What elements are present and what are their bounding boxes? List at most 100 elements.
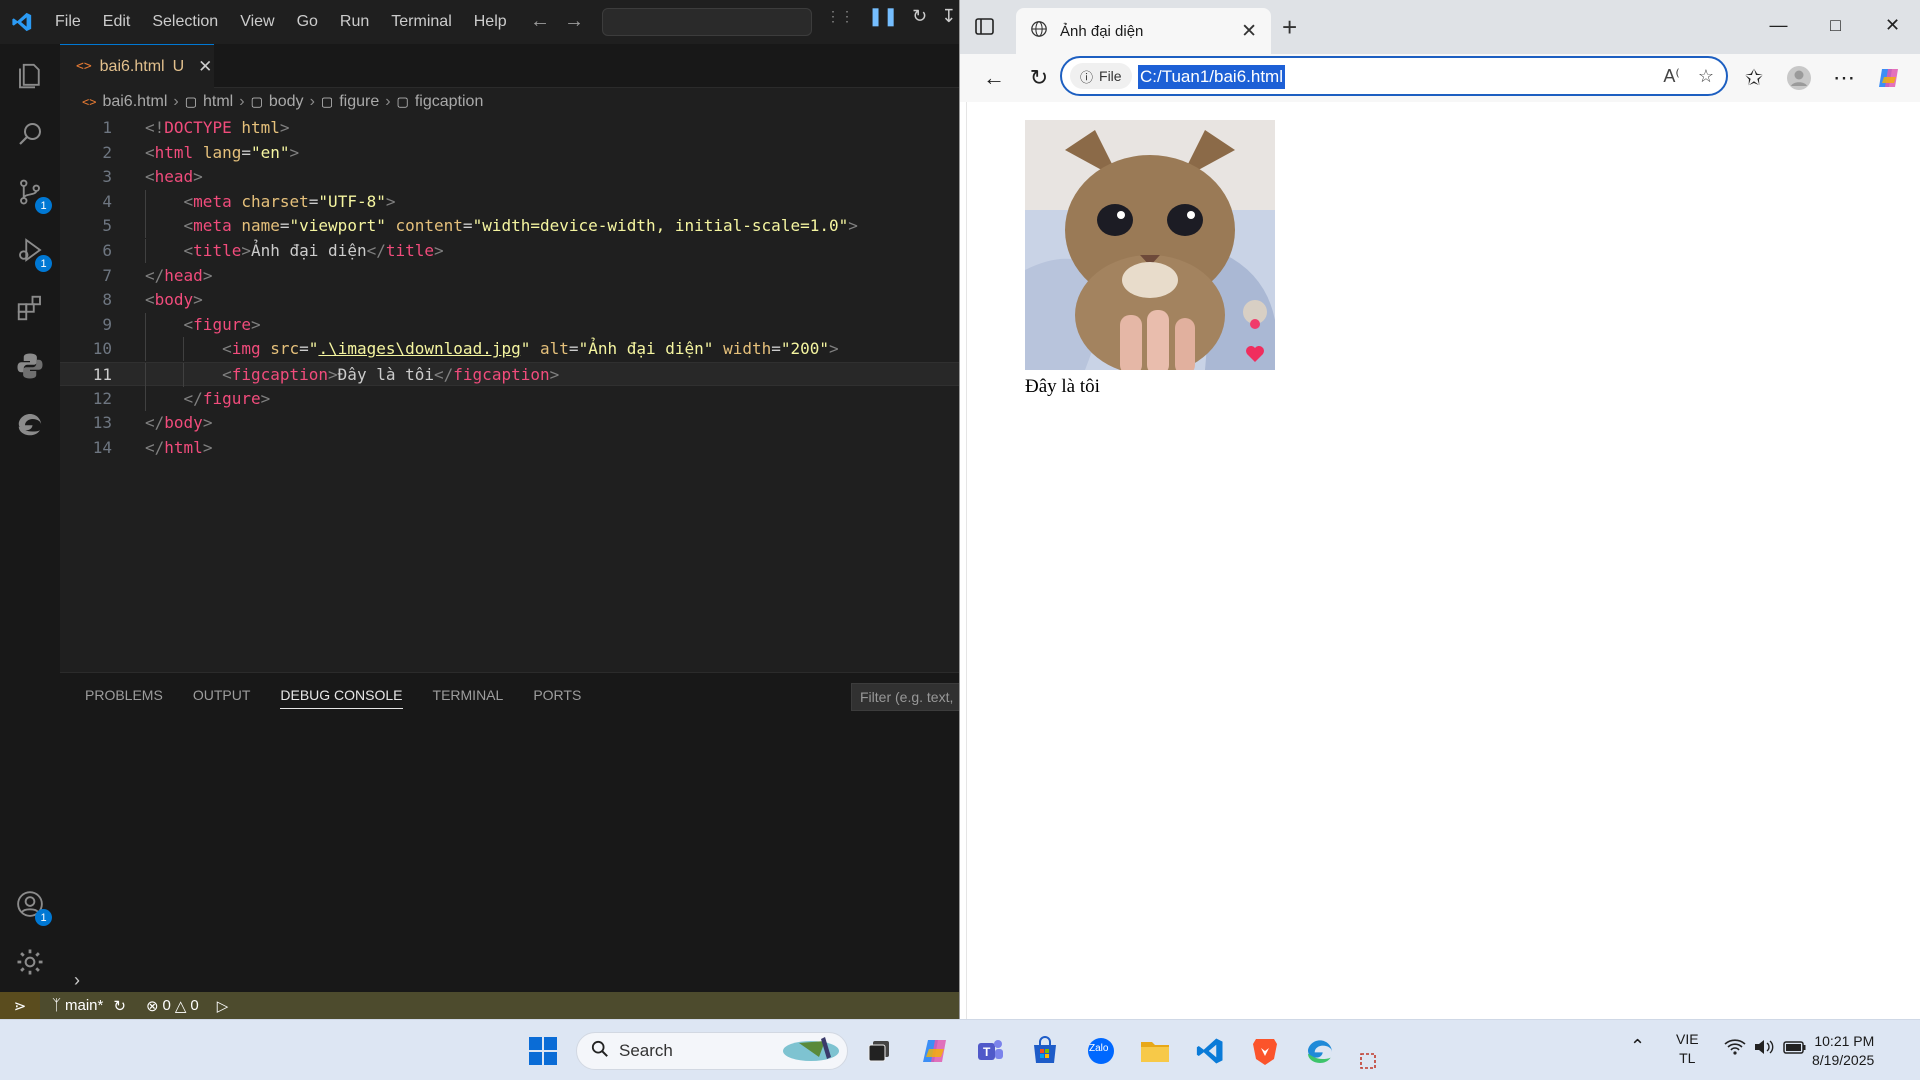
menu-terminal[interactable]: Terminal bbox=[380, 0, 462, 44]
step-over-icon[interactable]: ↻ bbox=[912, 6, 927, 27]
settings-gear-icon[interactable] bbox=[12, 944, 48, 980]
site-info-button[interactable]: ⓘ File bbox=[1070, 63, 1132, 89]
code-line[interactable]: 5 <meta name="viewport" content="width=d… bbox=[60, 214, 959, 239]
remote-indicator-icon[interactable]: ⋗ bbox=[0, 992, 40, 1019]
run-debug-icon[interactable]: 1 bbox=[12, 232, 52, 272]
code-line[interactable]: 12 </figure> bbox=[60, 386, 959, 411]
battery-icon[interactable] bbox=[1783, 1038, 1807, 1059]
taskbar-search-box[interactable]: Search bbox=[576, 1032, 848, 1070]
back-arrow-icon[interactable]: ← bbox=[530, 10, 550, 33]
breadcrumb-item[interactable]: bai6.html bbox=[102, 93, 167, 111]
address-bar[interactable]: ⓘ File C:/Tuan1/bai6.html A⁽ ☆ bbox=[1060, 56, 1728, 96]
debug-status-icon[interactable]: ▷ bbox=[217, 997, 229, 1015]
copilot-app-icon[interactable] bbox=[917, 1033, 953, 1069]
accounts-icon[interactable]: 1 bbox=[12, 886, 52, 926]
edge-taskbar-icon[interactable] bbox=[1302, 1033, 1338, 1069]
favorites-icon[interactable]: ✩ bbox=[1740, 64, 1768, 92]
menu-edit[interactable]: Edit bbox=[92, 0, 142, 44]
code-line[interactable]: 9 <figure> bbox=[60, 312, 959, 337]
menu-selection[interactable]: Selection bbox=[141, 0, 229, 44]
close-tab-icon[interactable]: ✕ bbox=[1241, 20, 1257, 43]
close-window-icon[interactable]: ✕ bbox=[1864, 0, 1920, 50]
line-number: 11 bbox=[92, 365, 112, 384]
tab-problems[interactable]: PROBLEMS bbox=[85, 687, 163, 709]
teams-icon[interactable]: T bbox=[972, 1033, 1008, 1069]
back-arrow-icon[interactable]: ← bbox=[980, 64, 1008, 92]
code-text: <figure> bbox=[183, 314, 261, 334]
new-tab-icon[interactable]: + bbox=[1282, 12, 1297, 43]
problems-indicator[interactable]: ⊗ 0 △ 0 bbox=[146, 997, 199, 1015]
copilot-icon[interactable] bbox=[1875, 64, 1903, 92]
menu-go[interactable]: Go bbox=[286, 0, 329, 44]
code-line[interactable]: 8 <body> bbox=[60, 288, 959, 312]
url-text[interactable]: C:/Tuan1/bai6.html bbox=[1138, 65, 1285, 89]
breadcrumb-item[interactable]: html bbox=[203, 93, 233, 111]
volume-icon[interactable] bbox=[1753, 1038, 1775, 1059]
wifi-icon[interactable] bbox=[1724, 1038, 1746, 1059]
close-icon[interactable]: ✕ bbox=[198, 57, 212, 77]
minimize-icon[interactable]: — bbox=[1750, 0, 1807, 50]
menu-run[interactable]: Run bbox=[329, 0, 380, 44]
favorite-star-icon[interactable]: ☆ bbox=[1698, 66, 1714, 87]
branch-indicator[interactable]: ᛉ main* ↻ bbox=[52, 997, 126, 1015]
figcaption-text: Đây là tôi bbox=[1025, 376, 1100, 397]
code-line[interactable]: 4 <meta charset="UTF-8"> bbox=[60, 189, 959, 214]
edge-tools-icon[interactable] bbox=[12, 406, 48, 442]
command-center[interactable] bbox=[602, 8, 812, 36]
code-line[interactable]: 11 <figcaption>Đây là tôi</figcaption> bbox=[60, 362, 959, 387]
tab-actions-icon[interactable] bbox=[974, 16, 996, 38]
source-control-icon[interactable]: 1 bbox=[12, 174, 52, 214]
menu-bar: File Edit Selection View Go Run Terminal… bbox=[0, 0, 959, 44]
zalo-icon[interactable]: Zalo bbox=[1083, 1033, 1119, 1069]
system-clock[interactable]: 10:21 PM 8/19/2025 bbox=[1812, 1032, 1874, 1070]
microsoft-store-icon[interactable] bbox=[1027, 1033, 1063, 1069]
tab-output[interactable]: OUTPUT bbox=[193, 687, 251, 709]
code-line[interactable]: 7 </head> bbox=[60, 264, 959, 288]
read-aloud-icon[interactable]: A⁽ bbox=[1663, 66, 1679, 87]
browser-tab[interactable]: Ảnh đại diện ✕ bbox=[1016, 8, 1271, 54]
windows-start-icon[interactable] bbox=[525, 1033, 561, 1069]
more-options-icon[interactable]: ⋯ bbox=[1830, 64, 1858, 92]
code-line[interactable]: 14 </html> bbox=[60, 436, 959, 460]
snipping-tool-icon[interactable] bbox=[1357, 1050, 1381, 1074]
breadcrumb-item[interactable]: figure bbox=[339, 93, 379, 111]
step-into-icon[interactable]: ↧ bbox=[941, 6, 956, 27]
code-line[interactable]: 10 <img src=".\images\download.jpg" alt=… bbox=[60, 337, 959, 362]
breadcrumb-item[interactable]: body bbox=[269, 93, 304, 111]
menu-view[interactable]: View bbox=[229, 0, 285, 44]
code-text: <meta charset="UTF-8"> bbox=[183, 191, 396, 211]
menu-file[interactable]: File bbox=[44, 0, 92, 44]
tab-terminal[interactable]: TERMINAL bbox=[433, 687, 504, 709]
explorer-icon[interactable] bbox=[12, 58, 48, 94]
forward-arrow-icon[interactable]: → bbox=[564, 10, 584, 33]
code-line[interactable]: 6 <title>Ảnh đại diện</title> bbox=[60, 239, 959, 263]
line-number: 12 bbox=[92, 388, 112, 408]
breadcrumb-item[interactable]: figcaption bbox=[415, 93, 484, 111]
refresh-icon[interactable]: ↻ bbox=[1025, 64, 1053, 92]
language-indicator[interactable]: VIE TL bbox=[1676, 1030, 1699, 1068]
code-editor[interactable]: 1 <!DOCTYPE html> 2 <html lang="en"> 3 <head>… bbox=[60, 116, 959, 672]
tab-debug-console[interactable]: DEBUG CONSOLE bbox=[280, 687, 403, 709]
menu-help[interactable]: Help bbox=[463, 0, 518, 44]
brave-browser-icon[interactable] bbox=[1247, 1033, 1283, 1069]
pause-icon[interactable]: ❚❚ bbox=[868, 6, 898, 27]
task-view-icon[interactable] bbox=[861, 1033, 897, 1069]
maximize-icon[interactable]: □ bbox=[1807, 0, 1864, 50]
show-hidden-icons-chevron-icon[interactable]: ⌃ bbox=[1630, 1036, 1645, 1057]
code-line[interactable]: 13 </body> bbox=[60, 411, 959, 435]
code-line[interactable]: 2 <html lang="en"> bbox=[60, 141, 959, 165]
debug-console-filter-input[interactable]: Filter (e.g. text, bbox=[851, 683, 971, 711]
python-icon[interactable] bbox=[12, 348, 48, 384]
warning-count: 0 bbox=[190, 997, 199, 1014]
profile-avatar-icon[interactable] bbox=[1785, 64, 1813, 92]
code-line[interactable]: 3 <head> bbox=[60, 165, 959, 189]
extensions-icon[interactable] bbox=[12, 290, 48, 326]
tab-ports[interactable]: PORTS bbox=[533, 687, 581, 709]
search-icon[interactable] bbox=[12, 116, 48, 152]
editor-tab[interactable]: <> bai6.html U ✕ bbox=[60, 44, 214, 88]
code-line[interactable]: 1 <!DOCTYPE html> bbox=[60, 116, 959, 140]
file-explorer-icon[interactable] bbox=[1137, 1033, 1173, 1069]
vscode-taskbar-icon[interactable] bbox=[1192, 1033, 1228, 1069]
drag-handle-icon[interactable]: ⋮⋮ bbox=[826, 8, 854, 25]
line-number: 6 bbox=[102, 241, 112, 260]
